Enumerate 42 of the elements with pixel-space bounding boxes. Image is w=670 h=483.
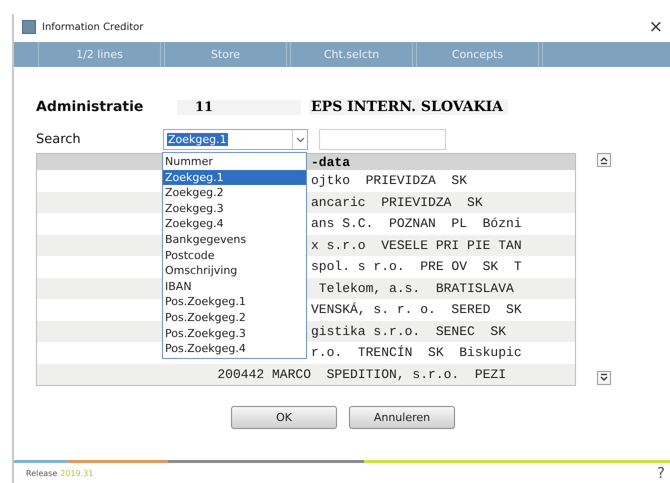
close-button[interactable]: × bbox=[646, 18, 665, 36]
dropdown-option[interactable]: Pos.Zoekgeg.2 bbox=[163, 310, 306, 326]
table-cell: spol. s r.o. PRE OV SK T bbox=[311, 259, 522, 274]
dropdown-option[interactable]: Zoekgeg.2 bbox=[163, 185, 306, 201]
dropdown-option[interactable]: Postcode bbox=[163, 248, 306, 264]
dropdown-option[interactable]: Bankgegevens bbox=[163, 232, 306, 248]
column-header: -data bbox=[311, 154, 350, 170]
table-cell: gistika s.r.o. SENEC SK bbox=[311, 324, 506, 339]
window-title: Information Creditor bbox=[42, 22, 144, 32]
search-type-dropdown[interactable]: Zoekgeg.1 bbox=[163, 129, 308, 150]
table-cell-text: 200442 MARCO bbox=[216, 366, 311, 382]
table-cell-text: SPEDITION, s.r.o. PEZI bbox=[326, 366, 506, 382]
search-field[interactable] bbox=[319, 129, 446, 150]
dropdown-option[interactable]: Pos.Zoekgeg.4 bbox=[163, 341, 306, 357]
table-cell-text: Telekom, a.s. BRATISLAVA bbox=[318, 280, 514, 296]
table-cell: r.o. TRENCÍN SK Biskupic bbox=[311, 345, 522, 360]
search-label: Search bbox=[36, 132, 82, 147]
release-label: Release bbox=[26, 468, 58, 478]
dialog-button[interactable]: OK bbox=[231, 406, 337, 429]
release-version: 2019.31 bbox=[60, 468, 94, 478]
table-cell: ans S.C. POZNAN PL Bózni bbox=[311, 216, 522, 232]
dropdown-option[interactable]: Pos.Zoekgeg.1 bbox=[163, 294, 306, 310]
table-cell: ancaric PRIEVIDZA SK bbox=[311, 194, 483, 210]
dropdown-option[interactable]: Omschrijving bbox=[163, 263, 306, 279]
administration-number: 11 bbox=[177, 100, 301, 114]
app-icon bbox=[22, 20, 36, 34]
dropdown-option[interactable]: Pos.Zoekgeg.3 bbox=[163, 326, 306, 342]
administration-label: Administratie bbox=[36, 99, 144, 115]
dropdown-option[interactable]: Zoekgeg.4 bbox=[163, 216, 306, 232]
table-cell: x s.r.o VESELE PRI PIE TAN bbox=[311, 238, 522, 253]
chevron-down-icon[interactable] bbox=[292, 130, 307, 149]
table-cell: VENSKÁ, s. r. o. SERED SK bbox=[311, 302, 522, 318]
dropdown-option[interactable]: Zoekgeg.1 bbox=[163, 170, 306, 186]
dropdown-option[interactable]: Nummer bbox=[163, 154, 306, 170]
dialog-button[interactable]: Annuleren bbox=[349, 406, 455, 429]
dropdown-option[interactable]: Zoekgeg.3 bbox=[163, 200, 306, 216]
help-button[interactable]: ? bbox=[657, 464, 665, 482]
dropdown-option[interactable]: IBAN bbox=[163, 278, 306, 294]
scroll-down-icon[interactable] bbox=[597, 371, 611, 385]
administration-name: EPS INTERN. SLOVAKIA bbox=[309, 99, 508, 115]
scroll-up-icon[interactable] bbox=[597, 153, 611, 167]
table-cell: ojtko PRIEVIDZA SK bbox=[311, 173, 468, 188]
